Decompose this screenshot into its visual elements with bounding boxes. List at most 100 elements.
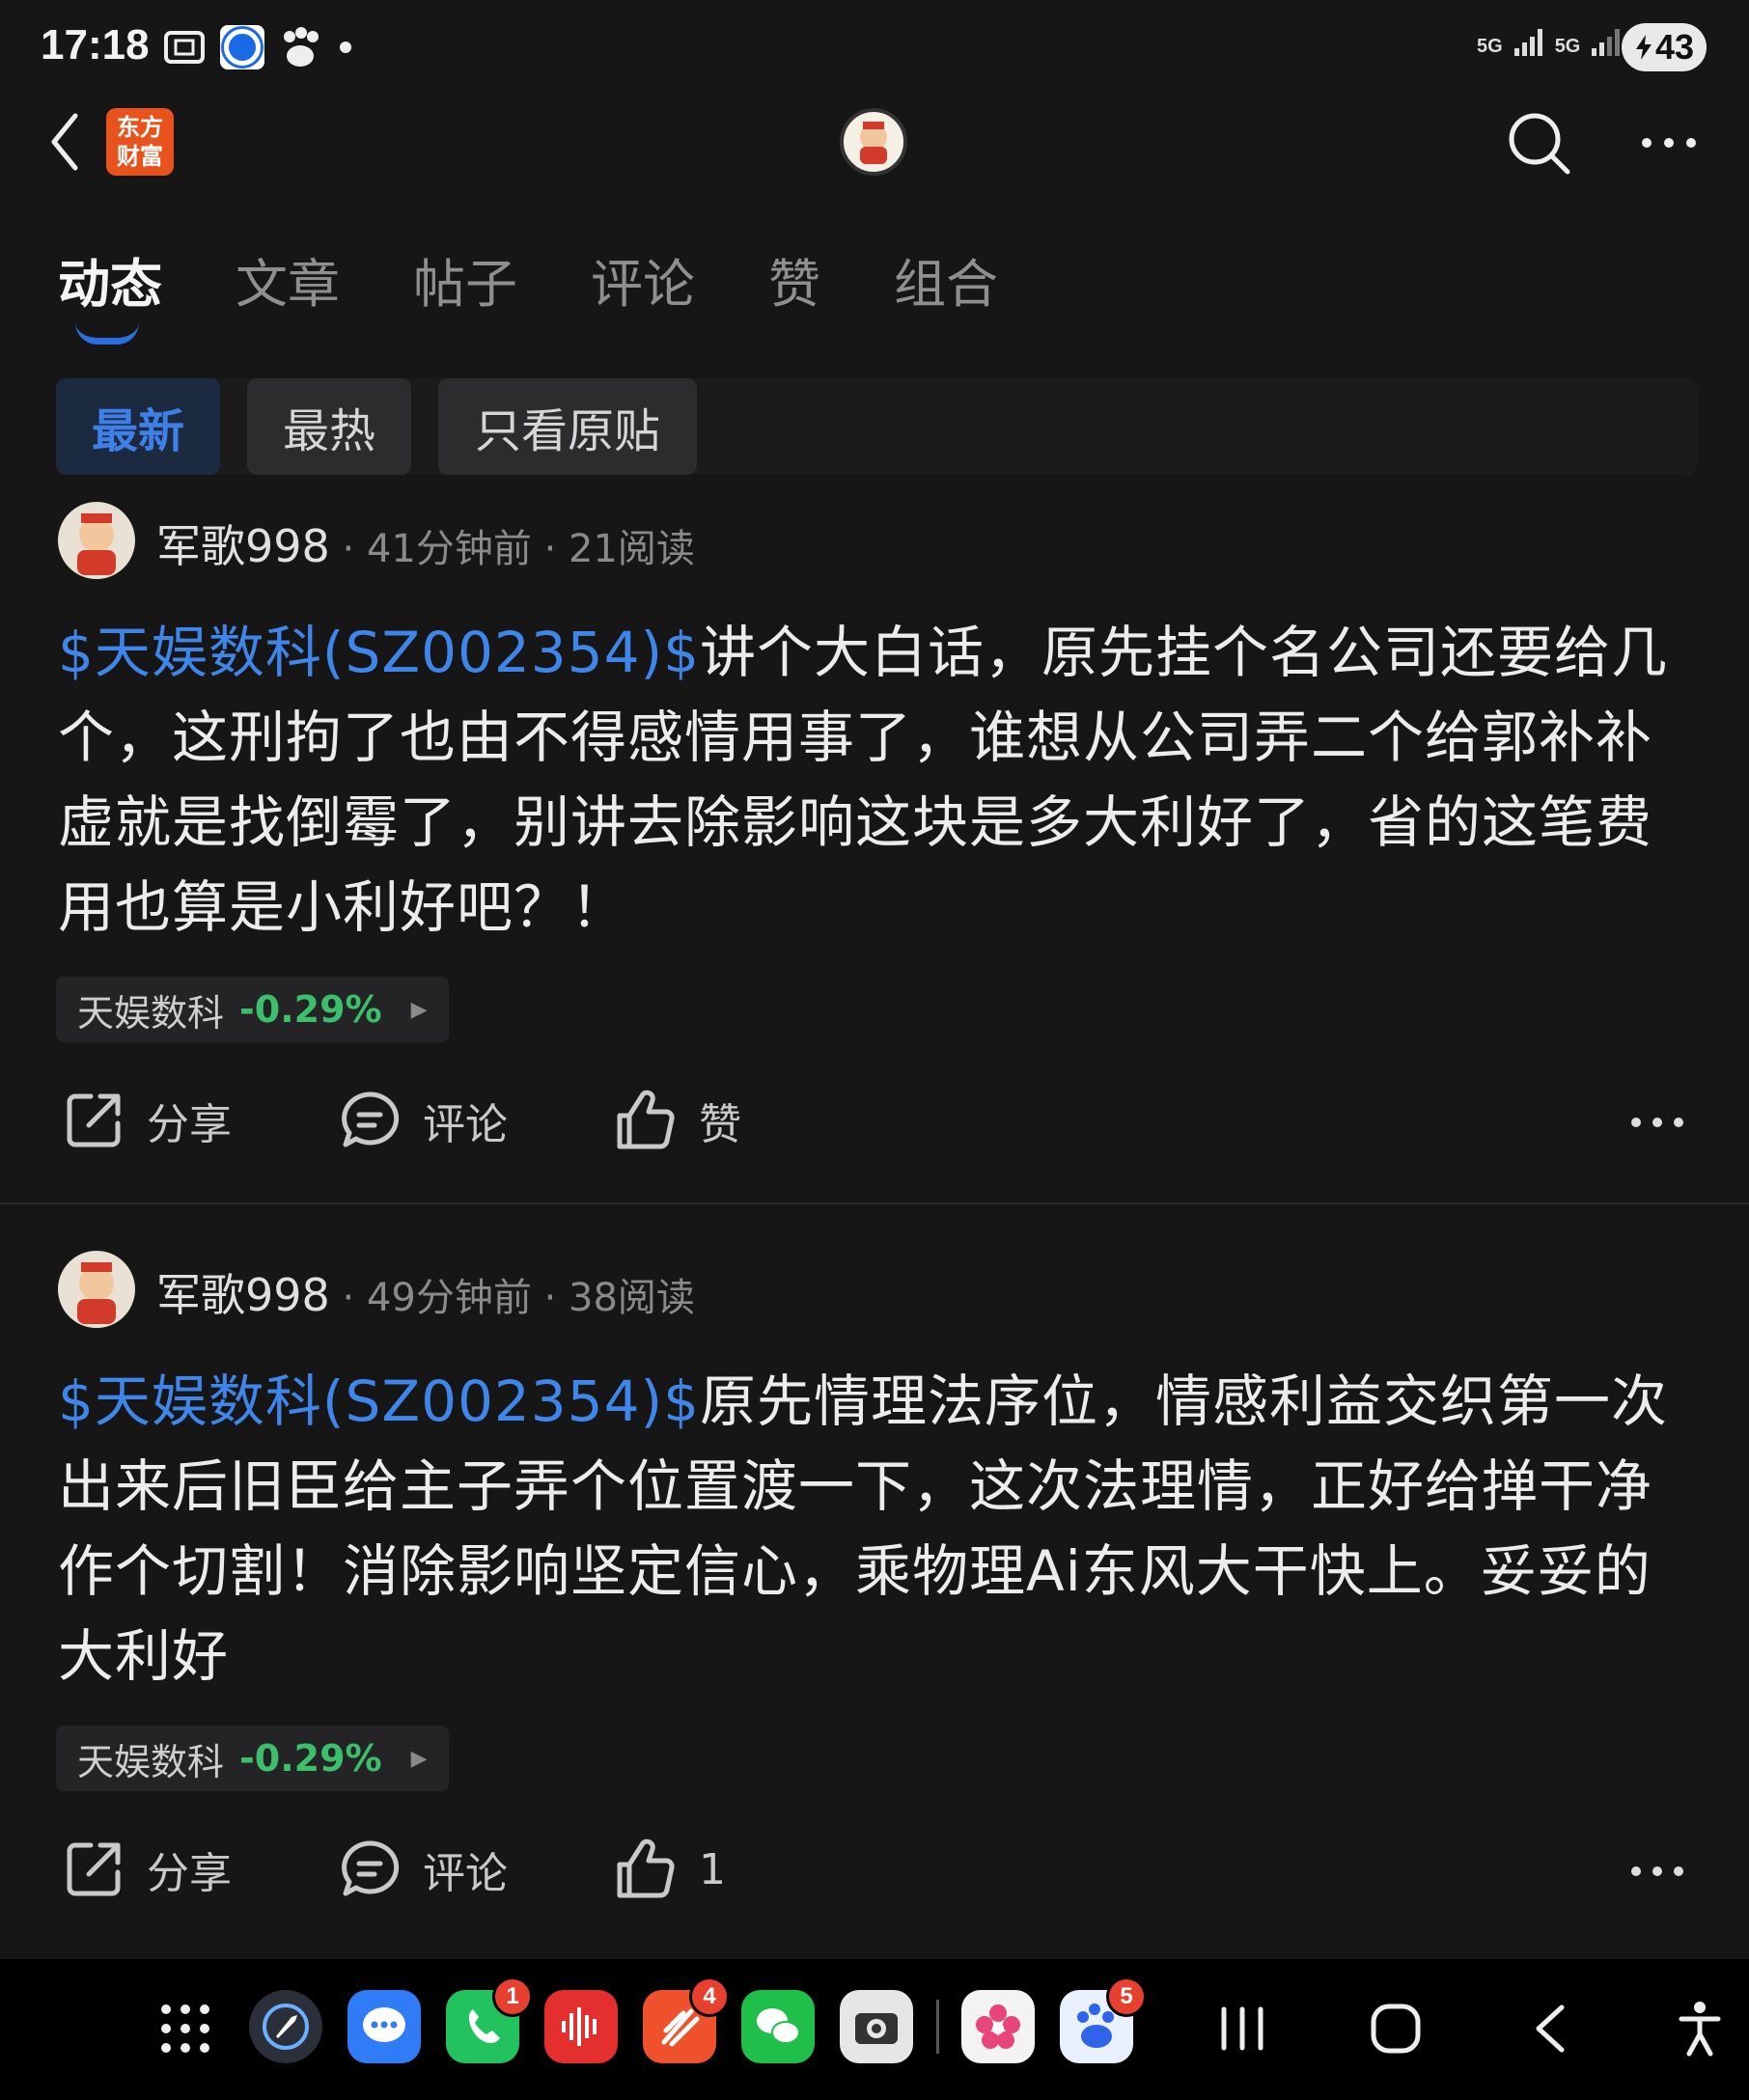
like-count: 1 (699, 1844, 726, 1894)
read-count: 38阅读 (569, 1276, 695, 1320)
author-name[interactable]: 军歌998 (156, 1269, 330, 1321)
post-time: 41分钟前 (366, 527, 532, 571)
share-icon (67, 1093, 121, 1147)
stock-name: 天娱数科 (77, 1740, 225, 1783)
post-body[interactable]: $天娱数科(SZ002354)$讲个大白话，原先挂个名公司还要给几个，这刑拘了也… (58, 610, 1699, 950)
tab-posts[interactable]: 帖子 (413, 241, 517, 318)
chevron-right-icon: ▶ (410, 997, 428, 1022)
tab-label: 帖子 (413, 254, 517, 315)
like-label: 赞 (699, 1100, 741, 1149)
dock-app-baidu[interactable]: 5 (1060, 1976, 1147, 2063)
tab-label: 赞 (768, 254, 820, 315)
app-drawer-icon[interactable] (158, 2002, 212, 2056)
filter-original-only[interactable]: 只看原贴 (438, 378, 697, 475)
post-time: 49分钟前 (366, 1276, 532, 1320)
share-button[interactable]: 分享 (62, 1089, 232, 1152)
post-meta: 军歌998 · 41分钟前 · 21阅读 (156, 511, 695, 575)
network-type-2: 5G (1554, 36, 1581, 57)
comment-label: 评论 (423, 1100, 508, 1149)
profile-avatar[interactable] (840, 108, 907, 176)
comment-icon (342, 1091, 400, 1147)
dock-app-wechat[interactable] (741, 1990, 815, 2063)
back-icon[interactable] (42, 108, 87, 176)
back-nav-icon[interactable] (1531, 2002, 1569, 2056)
stock-change: -0.29% (239, 1737, 382, 1780)
more-options-icon[interactable] (1639, 125, 1699, 160)
battery-level: 43 (1654, 27, 1695, 67)
notification-badge: 4 (689, 1976, 730, 2017)
dock-app-messages[interactable] (347, 1990, 421, 2063)
comment-button[interactable]: 评论 (338, 1838, 508, 1901)
home-icon[interactable] (1369, 2002, 1423, 2056)
share-icon (67, 1842, 121, 1896)
filter-hot[interactable]: 最热 (247, 378, 411, 475)
filter-latest[interactable]: 最新 (56, 378, 220, 475)
comment-icon (342, 1840, 400, 1896)
tab-dynamic[interactable]: 动态 (58, 241, 162, 345)
flower-icon (976, 2004, 1020, 2049)
recent-apps-icon[interactable] (1216, 2005, 1268, 2052)
dock-app-camera[interactable] (840, 1990, 913, 2063)
avatar-mascot-icon (77, 513, 116, 575)
stock-quote-chip[interactable]: 天娱数科 -0.29% ▶ (56, 1726, 449, 1791)
share-label: 分享 (147, 1849, 232, 1898)
battery-indicator: 43 (1622, 23, 1707, 71)
stock-change: -0.29% (239, 988, 382, 1031)
tab-label: 文章 (236, 254, 340, 315)
chevron-right-icon: ▶ (410, 1746, 428, 1771)
read-count: 21阅读 (569, 527, 695, 571)
accessibility-icon[interactable] (1676, 2000, 1724, 2058)
stock-quote-chip[interactable]: 天娱数科 -0.29% ▶ (56, 977, 449, 1042)
comment-button[interactable]: 评论 (338, 1089, 508, 1152)
tab-articles[interactable]: 文章 (236, 241, 340, 318)
eastmoney-logo: 东方 财富 (106, 108, 174, 176)
like-button[interactable]: 1 (614, 1838, 726, 1901)
thumbs-up-icon (617, 1090, 675, 1149)
wechat-icon (757, 2008, 800, 2044)
share-button[interactable]: 分享 (62, 1838, 232, 1901)
status-time: 17:18 (41, 21, 150, 69)
stock-link[interactable]: $天娱数科(SZ002354)$ (58, 620, 700, 685)
status-notification-icons (162, 25, 355, 69)
author-avatar[interactable] (58, 1251, 135, 1328)
post-body[interactable]: $天娱数科(SZ002354)$原先情理法序位，情感利益交织第一次出来后旧臣给主… (58, 1359, 1699, 1699)
dock-app-phone[interactable]: 1 (446, 1976, 533, 2063)
more-options-icon[interactable] (1629, 1855, 1685, 1888)
like-button[interactable]: 赞 (614, 1089, 741, 1152)
separator: · (531, 527, 569, 571)
dock-app-voice-recorder[interactable] (544, 1990, 618, 2063)
post-meta: 军歌998 · 49分钟前 · 38阅读 (156, 1260, 695, 1324)
tab-label: 评论 (591, 254, 695, 315)
app-notification-icon (220, 25, 264, 69)
dock-app-eastmoney[interactable]: 4 (643, 1976, 730, 2063)
tab-label: 组合 (894, 254, 998, 315)
notification-badge: 5 (1106, 1976, 1147, 2017)
share-label: 分享 (147, 1100, 232, 1149)
profile-tabs: 动态 文章 帖子 评论 赞 组合 (58, 241, 1071, 345)
baidu-paw-icon (284, 27, 319, 67)
dock-app-gallery[interactable] (961, 1990, 1035, 2063)
signal-icon (1513, 29, 1542, 56)
separator: · (531, 1276, 569, 1320)
stock-link[interactable]: $天娱数科(SZ002354)$ (58, 1368, 700, 1434)
brand-line1: 东方 (117, 114, 163, 141)
camera-icon (855, 2013, 898, 2044)
separator: · (329, 1276, 367, 1320)
thumbs-up-icon (617, 1838, 675, 1898)
active-tab-indicator (75, 322, 139, 345)
screenshot-icon (164, 31, 205, 64)
author-avatar[interactable] (58, 502, 135, 579)
dock-app-rocket[interactable] (249, 1990, 322, 2063)
tab-comments[interactable]: 评论 (591, 241, 695, 318)
notification-badge: 1 (492, 1976, 533, 2017)
search-icon[interactable] (1504, 108, 1573, 178)
tab-portfolio[interactable]: 组合 (894, 241, 998, 318)
more-options-icon[interactable] (1629, 1106, 1685, 1139)
message-icon (363, 2007, 405, 2042)
stock-name: 天娱数科 (77, 991, 225, 1035)
author-name[interactable]: 军歌998 (156, 520, 330, 572)
tab-likes[interactable]: 赞 (768, 241, 820, 318)
dot-icon (340, 41, 351, 53)
network-type-1: 5G (1477, 36, 1503, 57)
soundwave-icon (562, 2007, 597, 2046)
